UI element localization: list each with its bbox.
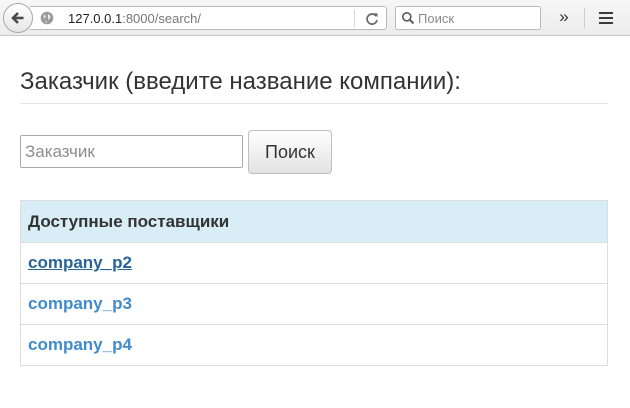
hamburger-menu-icon[interactable] bbox=[593, 7, 619, 29]
table-row: company_p2 bbox=[20, 242, 608, 284]
url-bar[interactable]: 127.0.0.1:8000/search/ bbox=[30, 6, 387, 30]
suppliers-table: Доступные поставщики company_p2 company_… bbox=[20, 200, 608, 366]
table-row: company_p4 bbox=[20, 324, 608, 366]
page-title: Заказчик (введите название компании): bbox=[20, 68, 608, 104]
table-header-suppliers: Доступные поставщики bbox=[20, 200, 608, 243]
table-header-row: Доступные поставщики bbox=[20, 200, 608, 243]
search-button[interactable]: Поиск bbox=[248, 130, 332, 174]
supplier-link[interactable]: company_p3 bbox=[28, 294, 132, 313]
url-separator bbox=[354, 10, 355, 27]
supplier-link[interactable]: company_p2 bbox=[28, 253, 132, 272]
table-cell: company_p2 bbox=[20, 242, 608, 284]
table-cell: company_p3 bbox=[20, 283, 608, 325]
customer-input[interactable] bbox=[20, 135, 243, 168]
globe-icon bbox=[40, 11, 54, 25]
browser-toolbar: 127.0.0.1:8000/search/ » bbox=[0, 0, 630, 36]
arrow-left-icon bbox=[11, 12, 24, 24]
back-button[interactable] bbox=[3, 3, 33, 33]
overflow-chevron-icon[interactable]: » bbox=[552, 7, 576, 29]
search-icon bbox=[402, 12, 415, 25]
supplier-link[interactable]: company_p4 bbox=[28, 335, 132, 354]
reload-icon[interactable] bbox=[363, 10, 381, 28]
table-row: company_p3 bbox=[20, 283, 608, 325]
url-path: :8000/search/ bbox=[122, 11, 201, 26]
url-host: 127.0.0.1 bbox=[68, 11, 123, 26]
browser-search-input[interactable] bbox=[418, 9, 536, 27]
toolbar-divider bbox=[584, 8, 585, 28]
table-cell: company_p4 bbox=[20, 324, 608, 366]
url-text: 127.0.0.1:8000/search/ bbox=[68, 11, 201, 26]
browser-search-bar[interactable] bbox=[395, 6, 541, 30]
